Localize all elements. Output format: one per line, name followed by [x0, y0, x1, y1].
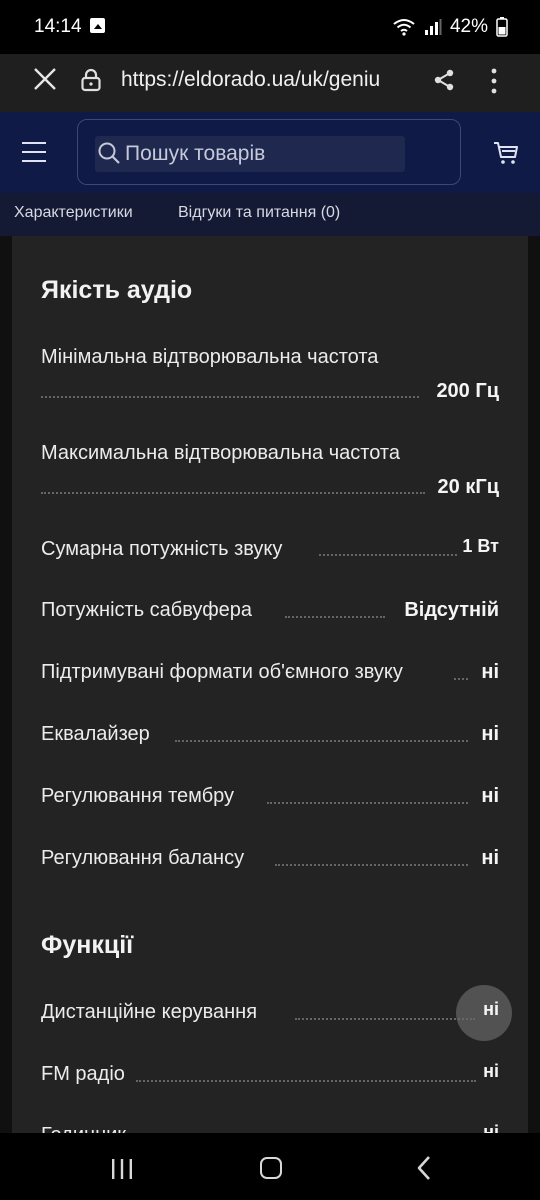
- dot-leader: [285, 616, 385, 618]
- spec-value: ні: [483, 1061, 499, 1081]
- status-time: 14:14: [34, 16, 82, 37]
- dot-leader: [267, 802, 468, 804]
- signal-icon: [424, 19, 442, 35]
- share-icon[interactable]: [432, 68, 456, 92]
- recent-apps-icon[interactable]: [110, 1158, 134, 1180]
- spec-value: ні: [481, 847, 499, 869]
- tab-characteristics[interactable]: Характеристики: [14, 204, 133, 222]
- product-tabs: Характеристики Відгуки та питання (0): [0, 193, 540, 236]
- spec-label: Дистанційне керування: [41, 1001, 258, 1023]
- battery-icon: [496, 17, 508, 37]
- dot-leader: [136, 1080, 476, 1082]
- spec-value: ні: [481, 661, 499, 683]
- search-input[interactable]: Пошук товарів: [95, 136, 405, 172]
- content-area: Якість аудіо Мінімальна відтворювальна ч…: [0, 236, 540, 1133]
- search-placeholder: Пошук товарів: [125, 142, 266, 165]
- more-options-icon[interactable]: [484, 66, 504, 96]
- lock-icon[interactable]: [80, 68, 102, 92]
- site-header: Пошук товарів: [0, 112, 540, 193]
- spec-label: Еквалайзер: [41, 723, 150, 745]
- spec-label: Підтримувані формати об'ємного звуку: [41, 661, 403, 683]
- search-box[interactable]: Пошук товарів: [77, 119, 461, 185]
- spec-value: ні: [481, 785, 499, 807]
- specs-card: Якість аудіо Мінімальна відтворювальна ч…: [12, 236, 528, 1133]
- dot-leader: [275, 864, 468, 866]
- dot-leader: [41, 396, 419, 398]
- spec-value: ні: [481, 723, 499, 745]
- spec-label: FM радіо: [41, 1063, 125, 1085]
- spec-label: Потужність сабвуфера: [41, 599, 253, 621]
- status-bar: 14:14 42%: [0, 0, 540, 54]
- spec-value: 20 кГц: [437, 476, 499, 498]
- status-indicators: 42%: [392, 16, 508, 38]
- close-tab-button[interactable]: [30, 64, 60, 94]
- search-icon: [98, 142, 120, 164]
- wifi-icon: [393, 19, 415, 36]
- spec-label: Сумарна потужність звуку: [41, 538, 283, 560]
- system-nav-bar: [0, 1133, 540, 1200]
- spec-value: Відсутній: [404, 599, 499, 621]
- spec-label: Годинник: [41, 1124, 126, 1133]
- section-title-functions: Функції: [41, 931, 134, 959]
- dot-leader: [175, 740, 468, 742]
- home-icon[interactable]: [260, 1157, 282, 1179]
- gallery-notification-icon: [90, 18, 105, 33]
- back-icon[interactable]: [414, 1155, 434, 1181]
- spec-value: ні: [483, 999, 499, 1019]
- dot-leader: [295, 1018, 475, 1020]
- hamburger-menu-icon[interactable]: [22, 142, 46, 162]
- close-icon: [34, 68, 56, 90]
- dot-leader: [41, 492, 425, 494]
- spec-value: 1 Вт: [462, 536, 499, 556]
- spec-value: 200 Гц: [436, 380, 499, 402]
- dot-leader: [454, 678, 468, 680]
- tab-reviews-questions[interactable]: Відгуки та питання (0): [178, 204, 340, 222]
- spec-label: Регулювання балансу: [41, 847, 245, 869]
- url-field[interactable]: https://eldorado.ua/uk/geniu: [121, 68, 413, 92]
- cart-icon[interactable]: [493, 140, 519, 166]
- spec-value: ні: [483, 1122, 499, 1133]
- spec-label: Регулювання тембру: [41, 785, 235, 807]
- battery-percent: 42%: [449, 16, 488, 37]
- browser-toolbar: https://eldorado.ua/uk/geniu: [0, 54, 540, 112]
- section-title-audio: Якість аудіо: [41, 276, 193, 304]
- spec-label: Мінімальна відтворювальна частота: [41, 346, 379, 368]
- dot-leader: [319, 554, 457, 556]
- spec-label: Максимальна відтворювальна частота: [41, 442, 400, 464]
